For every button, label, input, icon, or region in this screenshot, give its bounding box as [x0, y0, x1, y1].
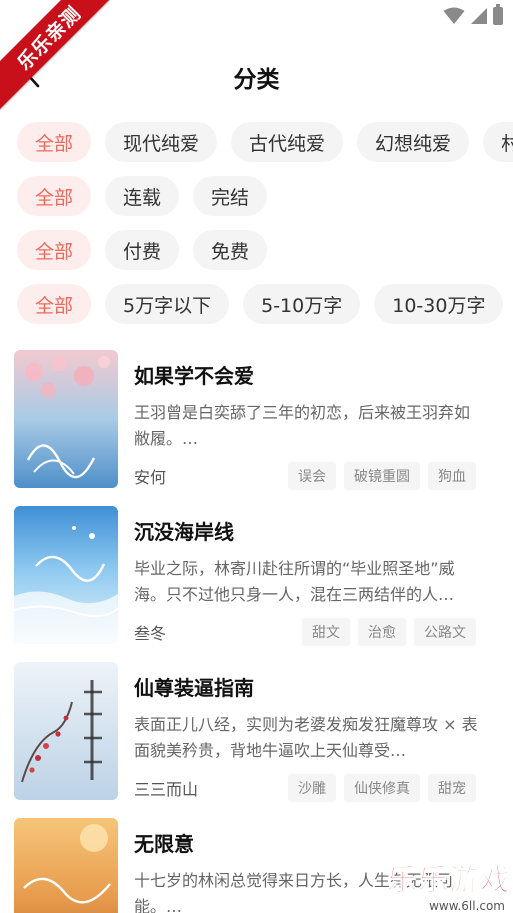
- status-icons: [443, 4, 503, 25]
- book-description: 王羽曾是白奕舔了三年的初恋，后来被王羽弃如敝履。…: [134, 403, 471, 448]
- book-tags: 甜文 治愈 公路文: [302, 618, 476, 646]
- book-title: 仙尊装逼指南: [134, 676, 254, 700]
- wifi-icon: [443, 7, 465, 24]
- book-title: 如果学不会爱: [134, 364, 254, 388]
- filter-row-price: 全部 付费 免费: [17, 230, 513, 270]
- book-description: 十七岁的林闲总觉得来日方长，人生有无限可能。…: [134, 871, 455, 913]
- chip-price-paid[interactable]: 付费: [105, 230, 180, 270]
- book-cover: [14, 506, 118, 644]
- book-tag[interactable]: 狗血: [428, 462, 476, 490]
- book-title: 沉没海岸线: [134, 520, 234, 544]
- book-item[interactable]: 如果学不会爱 王羽曾是白奕舔了三年的初恋，后来被王羽弃如敝履。… 安何 误会 破…: [0, 348, 513, 490]
- book-description: 表面正儿八经，实则为老婆发痴发狂魔尊攻 × 表面貌美矜贵，背地牛逼吹上天仙尊受…: [134, 715, 478, 760]
- book-description: 毕业之际，林寄川赴往所谓的“毕业照圣地”威海。只不过他只身一人，混在三两结伴的人…: [134, 559, 455, 604]
- chip-wordcount-50k-100k[interactable]: 5-10万字: [243, 284, 361, 324]
- book-author: 三三而山: [134, 780, 199, 799]
- chip-wordcount-under-50k[interactable]: 5万字以下: [105, 284, 230, 324]
- filter-row-category: 全部 现代纯爱 古代纯爱 幻想纯爱 村: [17, 122, 513, 162]
- filter-row-status: 全部 连载 完结: [17, 176, 513, 216]
- page-title: 分类: [233, 67, 280, 93]
- book-author: 安何: [134, 468, 167, 487]
- book-tags: 误会 破镜重圆 狗血: [288, 462, 476, 490]
- book-tag[interactable]: 甜宠: [428, 774, 476, 802]
- book-tag[interactable]: 甜文: [302, 618, 350, 646]
- battery-icon: [493, 4, 503, 25]
- book-title: 无限意: [134, 832, 194, 856]
- chip-price-free[interactable]: 免费: [193, 230, 268, 270]
- book-tag[interactable]: 公路文: [414, 618, 476, 646]
- chip-status-complete[interactable]: 完结: [193, 176, 268, 216]
- book-tag[interactable]: 治愈: [358, 618, 406, 646]
- chip-category-ancient[interactable]: 古代纯爱: [231, 122, 344, 162]
- chip-wordcount-100k-300k[interactable]: 10-30万字: [374, 284, 504, 324]
- chip-category-all[interactable]: 全部: [17, 122, 92, 162]
- chip-category-more[interactable]: 村: [483, 122, 513, 162]
- chip-status-serial[interactable]: 连载: [105, 176, 180, 216]
- book-cover: [14, 662, 118, 800]
- book-item[interactable]: 无限意 十七岁的林闲总觉得来日方长，人生有无限可能。…: [0, 816, 513, 913]
- status-bar: [0, 0, 513, 34]
- book-cover: [14, 350, 118, 488]
- chip-status-all[interactable]: 全部: [17, 176, 92, 216]
- filter-row-wordcount: 全部 5万字以下 5-10万字 10-30万字: [17, 284, 513, 324]
- book-item[interactable]: 仙尊装逼指南 表面正儿八经，实则为老婆发痴发狂魔尊攻 × 表面貌美矜贵，背地牛逼…: [0, 660, 513, 802]
- book-tag[interactable]: 破镜重圆: [344, 462, 420, 490]
- book-tags: 沙雕 仙侠修真 甜宠: [288, 774, 476, 802]
- book-tag[interactable]: 误会: [288, 462, 336, 490]
- chip-category-fantasy[interactable]: 幻想纯爱: [357, 122, 470, 162]
- chip-price-all[interactable]: 全部: [17, 230, 92, 270]
- header: 分类: [0, 48, 513, 102]
- book-tag[interactable]: 仙侠修真: [344, 774, 420, 802]
- book-cover: [14, 818, 118, 913]
- signal-icon: [471, 8, 487, 24]
- book-tag[interactable]: 沙雕: [288, 774, 336, 802]
- book-author: 叁冬: [134, 624, 167, 643]
- chip-category-modern[interactable]: 现代纯爱: [105, 122, 218, 162]
- chip-wordcount-all[interactable]: 全部: [17, 284, 92, 324]
- book-item[interactable]: 沉没海岸线 毕业之际，林寄川赴往所谓的“毕业照圣地”威海。只不过他只身一人，混在…: [0, 504, 513, 646]
